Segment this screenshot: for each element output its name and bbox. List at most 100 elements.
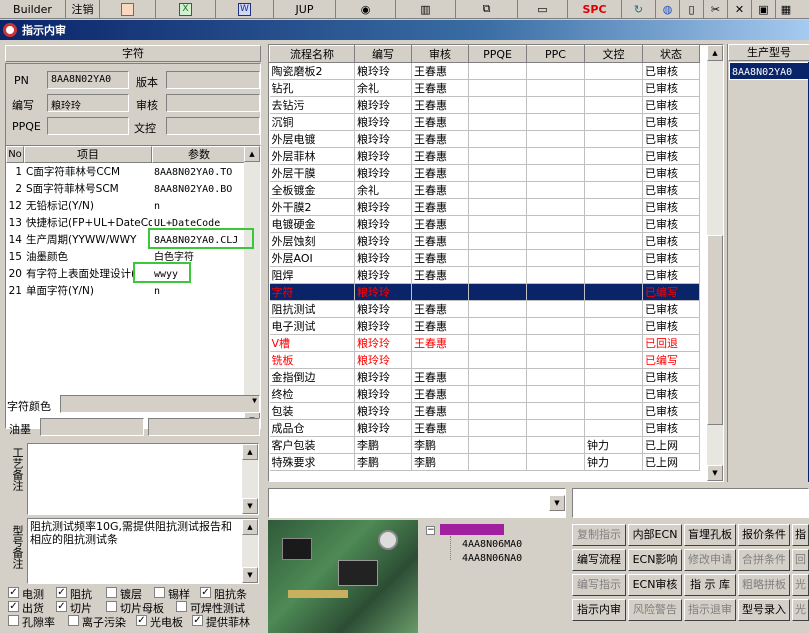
ink-field-2[interactable] [148, 418, 260, 436]
tree-root[interactable]: 8AA8N02YA0 [440, 524, 505, 535]
action-button[interactable]: 指 示 库 [684, 574, 736, 596]
param-col-item[interactable]: 项目 [24, 146, 152, 163]
checkbox-3[interactable] [106, 587, 117, 598]
action-button[interactable]: ECN审核 [628, 574, 682, 596]
chevron-down-icon[interactable]: ▼ [549, 495, 565, 511]
builder-button[interactable]: Builder [0, 0, 66, 18]
flow-row[interactable]: 包装 粮玲玲 王春惠 已审核 [269, 402, 700, 420]
checkbox-1[interactable]: ✓ [8, 587, 19, 598]
action-button[interactable]: 编写指示 [572, 574, 626, 596]
ink-field-1[interactable] [40, 418, 144, 436]
version-field[interactable] [166, 71, 260, 89]
excel-icon-button[interactable]: X [156, 0, 216, 18]
flow-row[interactable]: 终检 粮玲玲 王春惠 已审核 [269, 385, 700, 403]
action-button[interactable]: 盲埋孔板 [684, 524, 736, 546]
process-note-textarea[interactable]: ▲ ▼ [27, 443, 259, 515]
flow-row[interactable]: 外层蚀刻 粮玲玲 王春惠 已审核 [269, 232, 700, 250]
scroll-up-icon[interactable]: ▲ [242, 444, 258, 460]
writer-field[interactable]: 粮玲玲 [47, 94, 129, 112]
action-button[interactable]: 粗略拼板 [738, 574, 790, 596]
flow-row[interactable]: 成品仓 粮玲玲 王春惠 已审核 [269, 419, 700, 437]
close-icon-button[interactable]: ✕ [728, 0, 752, 18]
param-row[interactable]: 21 单面字符(Y/N) n [6, 283, 244, 300]
flow-row[interactable]: V槽 粮玲玲 王春惠 已回退 [269, 334, 700, 352]
param-row[interactable]: 2 S面字符菲林号SCM 8AA8N02YA0.BO [6, 181, 244, 198]
bottom-input[interactable] [572, 488, 809, 518]
action-button[interactable]: 内部ECN [628, 524, 682, 546]
action-button[interactable]: 复制指示 [572, 524, 626, 546]
param-col-no[interactable]: No [6, 146, 24, 163]
char-color-select[interactable]: ▼ [60, 395, 260, 413]
action-button[interactable]: 风险警告 [628, 599, 682, 621]
flow-row[interactable]: 全板镀金 余礼 王春惠 已审核 [269, 181, 700, 199]
scroll-up-icon[interactable]: ▲ [242, 519, 258, 535]
checkbox-5[interactable]: ✓ [200, 587, 211, 598]
flow-row[interactable]: 沉铜 粮玲玲 王春惠 已审核 [269, 113, 700, 131]
flow-row[interactable]: 铣板 粮玲玲 已编写 [269, 351, 700, 369]
checkbox-11[interactable] [68, 615, 79, 626]
checkbox-7[interactable]: ✓ [56, 601, 67, 612]
eye-icon-button[interactable]: ◉ [336, 0, 396, 18]
grid-icon-button[interactable]: ▦ [776, 0, 796, 18]
new-file-icon-button[interactable]: ▯ [680, 0, 704, 18]
action-button[interactable]: 修改申请 [684, 549, 736, 571]
checkbox-8[interactable] [106, 601, 117, 612]
scroll-down-icon[interactable]: ▼ [707, 465, 723, 481]
param-row[interactable]: 20 有字符上表面处理设计(wwyy [6, 266, 244, 283]
param-row[interactable]: 15 油墨颜色 白色字符 [6, 249, 244, 266]
scroll-up-icon[interactable]: ▲ [707, 45, 723, 61]
checkbox-4[interactable] [154, 587, 165, 598]
param-col-param[interactable]: 参数 [152, 146, 246, 163]
jup-button[interactable]: JUP [274, 0, 336, 18]
flow-row[interactable]: 外层AOI 粮玲玲 王春惠 已审核 [269, 249, 700, 267]
flow-scrollbar[interactable]: ▲ ▼ [707, 45, 723, 481]
doc-control-field[interactable] [166, 117, 260, 135]
refresh-icon-button[interactable]: ↻ [622, 0, 656, 18]
network-icon-button[interactable]: ⧉ [456, 0, 518, 18]
action-button[interactable]: 型号录入 [738, 599, 790, 621]
action-button[interactable]: 光 [792, 599, 809, 621]
scroll-down-icon[interactable]: ▼ [242, 567, 258, 583]
flow-row[interactable]: 阻抗测试 粮玲玲 王春惠 已审核 [269, 300, 700, 318]
flow-col-header[interactable]: PPQE [468, 45, 527, 63]
flow-row[interactable]: 陶瓷磨板2 粮玲玲 王春惠 已审核 [269, 62, 700, 80]
collapse-icon[interactable]: − [426, 526, 435, 535]
tree-child-2[interactable]: 4AA8N06NA0 [462, 553, 522, 564]
flow-row[interactable]: 特殊要求 李鹏 李鹏 钟力 已上网 [269, 453, 700, 471]
flow-row[interactable]: 去钻污 粮玲玲 王春惠 已审核 [269, 96, 700, 114]
globe-icon-button[interactable]: ◍ [656, 0, 680, 18]
flow-row[interactable]: 外层电镀 粮玲玲 王春惠 已审核 [269, 130, 700, 148]
checkbox-10[interactable] [8, 615, 19, 626]
save-icon-button[interactable]: ▣ [752, 0, 776, 18]
param-row[interactable]: 1 C面字符菲林号CCM 8AA8N02YA0.TO [6, 164, 244, 181]
action-button[interactable]: 编写流程 [572, 549, 626, 571]
flow-col-header[interactable]: 文控 [584, 45, 643, 63]
checkbox-2[interactable]: ✓ [56, 587, 67, 598]
action-button[interactable]: 报价条件 [738, 524, 790, 546]
flow-col-header[interactable]: 编写 [354, 45, 412, 63]
ppqe-field[interactable] [47, 117, 129, 135]
database-icon-button[interactable]: ▥ [396, 0, 456, 18]
checkbox-6[interactable]: ✓ [8, 601, 19, 612]
checkbox-13[interactable]: ✓ [192, 615, 203, 626]
computer-icon-button[interactable]: ▭ [518, 0, 568, 18]
spc-button[interactable]: SPC [568, 0, 622, 18]
tree-child-1[interactable]: 4AA8N06MA0 [462, 539, 522, 550]
param-row[interactable]: 12 无铅标记(Y/N) n [6, 198, 244, 215]
scroll-down-icon[interactable]: ▼ [242, 498, 258, 514]
model-note-textarea[interactable]: 阻抗测试频率10G,需提供阻抗测试报告和相应的阻抗测试条 ▲ ▼ [27, 518, 259, 584]
checkbox-9[interactable] [176, 601, 187, 612]
flow-row[interactable]: 客户包装 李鹏 李鹏 钟力 已上网 [269, 436, 700, 454]
action-button[interactable]: 指示退审 [684, 599, 736, 621]
cut-icon-button[interactable]: ✂ [704, 0, 728, 18]
scroll-up-icon[interactable]: ▲ [244, 146, 260, 162]
action-button[interactable]: 光 [792, 574, 809, 596]
model-item[interactable]: 8AA8N02YA0 [729, 62, 809, 80]
action-button[interactable]: 合拼条件 [738, 549, 790, 571]
flow-row[interactable]: 外层菲林 粮玲玲 王春惠 已审核 [269, 147, 700, 165]
reviewer-field[interactable] [166, 94, 260, 112]
checkbox-12[interactable]: ✓ [136, 615, 147, 626]
pn-field[interactable]: 8AA8N02YA0 [47, 71, 129, 89]
bottom-combo[interactable]: ▼ [268, 488, 566, 518]
ppt-icon-button[interactable] [100, 0, 156, 18]
